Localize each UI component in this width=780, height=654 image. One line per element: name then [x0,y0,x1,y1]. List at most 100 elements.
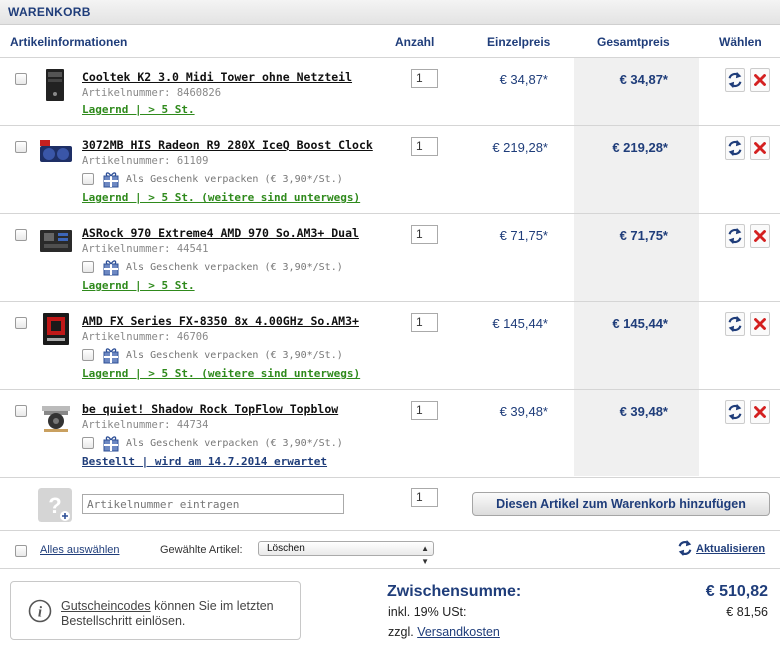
gift-wrap-checkbox[interactable] [82,349,94,361]
delete-icon[interactable] [750,312,770,336]
stock-status[interactable]: Lagernd | > 5 St. [82,103,195,116]
quantity-input[interactable]: 1 [411,225,438,244]
gift-wrap-checkbox[interactable] [82,261,94,273]
unit-price: € 219,28* [492,140,548,155]
stock-status[interactable]: Lagernd | > 5 St. [82,279,195,292]
svg-text:?: ? [48,493,61,518]
table-header: Artikelinformationen Anzahl Einzelpreis … [0,25,780,58]
item-checkbox[interactable] [15,229,27,241]
gift-wrap-label: Als Geschenk verpacken (€ 3,90*/St.) [126,262,343,273]
bulk-actions-toolbar: Alles auswählen Gewählte Artikel: Lösche… [0,531,780,569]
total-price: € 71,75* [619,228,668,243]
mainboard-thumbnail[interactable] [38,224,74,258]
refresh-icon[interactable] [725,224,745,248]
gift-icon [103,260,119,276]
refresh-icon[interactable] [725,312,745,336]
gift-icon [103,436,119,452]
refresh-icon[interactable] [725,68,745,92]
total-price: € 219,28* [612,140,668,155]
selected-action-value: Löschen [267,543,305,554]
shipping-prefix: zzgl. [388,625,418,639]
refresh-icon[interactable] [725,400,745,424]
refresh-icon[interactable] [725,136,745,160]
gift-wrap-label: Als Geschenk verpacken (€ 3,90*/St.) [126,174,343,185]
item-checkbox[interactable] [15,317,27,329]
article-number-input[interactable] [82,494,344,514]
voucher-text: Gutscheincodes können Sie im letzten Bes… [61,599,291,629]
gift-wrap-checkbox[interactable] [82,173,94,185]
header-total-price: Gesamtpreis [597,35,670,49]
gift-icon [103,172,119,188]
quantity-input[interactable]: 1 [411,69,438,88]
cart-title: WARENKORB [0,0,780,25]
gift-wrap-label: Als Geschenk verpacken (€ 3,90*/St.) [126,438,343,449]
unit-price: € 39,48* [499,404,548,419]
article-number: Artikelnummer: 46706 [82,331,209,343]
unknown-product-icon: ? [38,488,72,522]
total-price: € 145,44* [612,316,668,331]
header-quantity: Anzahl [395,35,435,49]
tax-label: inkl. 19% USt: [388,605,467,619]
delete-icon[interactable] [750,224,770,248]
subtotal-value: € 510,82 [705,583,768,600]
quantity-input[interactable]: 1 [411,137,438,156]
svg-text:i: i [38,605,43,621]
item-checkbox[interactable] [15,73,27,85]
table-row: AMD FX Series FX-8350 8x 4.00GHz So.AM3+… [0,302,780,390]
product-name-link[interactable]: be quiet! Shadow Rock TopFlow Topblow [82,402,338,416]
stock-status[interactable]: Bestellt | wird am 14.7.2014 erwartet [82,455,327,468]
cpu-cooler-thumbnail[interactable] [38,400,74,434]
stock-status[interactable]: Lagernd | > 5 St. (weitere sind unterweg… [82,191,360,204]
article-number: Artikelnummer: 44541 [82,243,209,255]
voucher-codes-link[interactable]: Gutscheincodes [61,599,151,613]
article-number: Artikelnummer: 44734 [82,419,209,431]
gift-wrap-label: Als Geschenk verpacken (€ 3,90*/St.) [126,350,343,361]
product-name-link[interactable]: AMD FX Series FX-8350 8x 4.00GHz So.AM3+ [82,314,359,328]
stock-status[interactable]: Lagernd | > 5 St. (weitere sind unterweg… [82,367,360,380]
add-to-cart-button[interactable]: Diesen Artikel zum Warenkorb hinzufügen [472,492,770,516]
selected-action-dropdown[interactable]: Löschen ▲ ▼ [258,541,434,566]
voucher-info-box: i Gutscheincodes können Sie im letzten B… [10,581,301,640]
table-row: 3072MB HIS Radeon R9 280X IceQ Boost Clo… [0,126,780,214]
quantity-input[interactable]: 1 [411,401,438,420]
article-number: Artikelnummer: 61109 [82,155,209,167]
total-price: € 39,48* [619,404,668,419]
selected-items-label: Gewählte Artikel: [160,544,243,556]
table-row: be quiet! Shadow Rock TopFlow Topblow Ar… [0,390,780,478]
select-all-checkbox[interactable] [15,545,27,557]
refresh-icon[interactable] [677,540,693,556]
table-row: ASRock 970 Extreme4 AMD 970 So.AM3+ Dual… [0,214,780,302]
info-icon: i [28,599,52,623]
unit-price: € 71,75* [499,228,548,243]
refresh-link[interactable]: Aktualisieren [696,543,765,555]
quantity-input[interactable]: 1 [411,313,438,332]
shipping-costs-link[interactable]: Versandkosten [417,625,500,639]
product-name-link[interactable]: ASRock 970 Extreme4 AMD 970 So.AM3+ Dual [82,226,359,240]
total-price: € 34,87* [619,72,668,87]
product-name-link[interactable]: 3072MB HIS Radeon R9 280X IceQ Boost Clo… [82,138,373,152]
article-number: Artikelnummer: 8460826 [82,87,222,99]
item-checkbox[interactable] [15,405,27,417]
unit-price: € 34,87* [499,72,548,87]
graphics-card-thumbnail[interactable] [38,136,74,170]
gift-wrap-checkbox[interactable] [82,437,94,449]
select-all-link[interactable]: Alles auswählen [40,544,120,556]
delete-icon[interactable] [750,136,770,160]
subtotal-label: Zwischensumme: [387,583,522,600]
add-quantity-input[interactable]: 1 [411,488,438,507]
item-checkbox[interactable] [15,141,27,153]
header-article-info: Artikelinformationen [10,35,128,49]
add-article-row: ? 1 Diesen Artikel zum Warenkorb hinzufü… [0,478,780,531]
tax-value: € 81,56 [726,605,768,619]
dropdown-arrow-icon: ▲ ▼ [421,544,429,566]
unit-price: € 145,44* [492,316,548,331]
cpu-box-thumbnail[interactable] [38,312,74,346]
delete-icon[interactable] [750,400,770,424]
shipping-note: zzgl. Versandkosten [388,625,500,639]
pc-case-thumbnail[interactable] [38,68,74,102]
header-select: Wählen [719,35,762,49]
table-row: Cooltek K2 3.0 Midi Tower ohne Netzteil … [0,58,780,126]
header-unit-price: Einzelpreis [487,35,551,49]
product-name-link[interactable]: Cooltek K2 3.0 Midi Tower ohne Netzteil [82,70,352,84]
delete-icon[interactable] [750,68,770,92]
